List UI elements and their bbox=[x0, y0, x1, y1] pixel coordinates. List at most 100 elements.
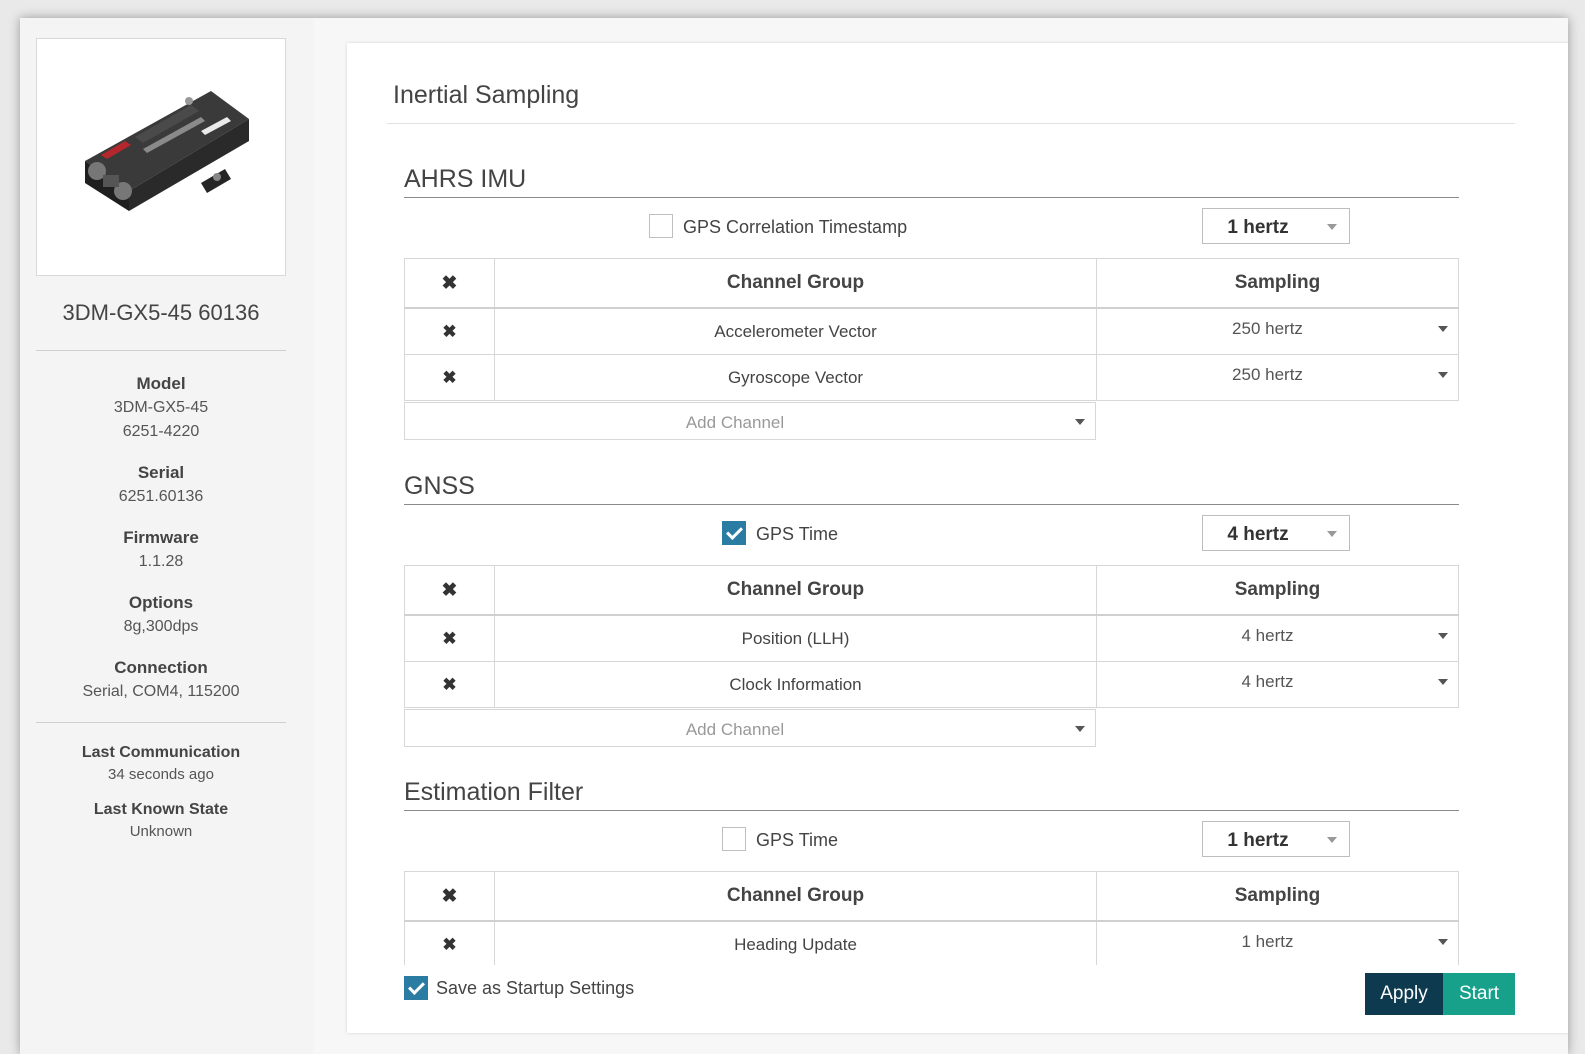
firmware-value: 1.1.28 bbox=[138, 553, 184, 570]
main-panel: Inertial Sampling AHRS IMU GPS Correlati… bbox=[314, 18, 1568, 1054]
options-value: 8g,300dps bbox=[123, 618, 199, 635]
sidebar-divider bbox=[36, 350, 286, 351]
options-info: Options 8g,300dps bbox=[20, 591, 302, 639]
add-channel-placeholder: Add Channel bbox=[685, 413, 785, 432]
caret-down-icon bbox=[1075, 726, 1085, 732]
sampling-value: 250 hertz bbox=[1232, 319, 1303, 338]
add-channel-select[interactable]: Add Channel bbox=[404, 709, 1096, 747]
device-name: 3DM-GX5-45 60136 bbox=[62, 300, 260, 325]
sampling-select[interactable]: 1 hertz bbox=[1096, 920, 1459, 965]
section-gnss: GNSS GPS Time 4 hertz ✖ Channel Group Sa… bbox=[404, 468, 1459, 747]
start-button[interactable]: Start bbox=[1443, 973, 1515, 1015]
caret-down-icon bbox=[1438, 679, 1448, 685]
sampling-header: Sampling bbox=[1096, 871, 1459, 922]
channel-group-header: Channel Group bbox=[494, 871, 1097, 922]
section-title: AHRS IMU bbox=[404, 165, 527, 193]
caret-down-icon bbox=[1438, 372, 1448, 378]
add-channel-placeholder: Add Channel bbox=[685, 720, 785, 739]
table-header-row: ✖ Channel Group Sampling bbox=[404, 565, 1459, 616]
caret-down-icon bbox=[1438, 326, 1448, 332]
sampling-value: 4 hertz bbox=[1241, 672, 1294, 691]
sidebar-divider bbox=[36, 722, 286, 723]
ahrs-rate-select[interactable]: 1 hertz bbox=[1202, 208, 1350, 244]
section-ahrs-imu: AHRS IMU GPS Correlation Timestamp 1 her… bbox=[404, 161, 1459, 440]
model-value: 3DM-GX5-45 bbox=[113, 399, 209, 416]
rate-value: 4 hertz bbox=[1227, 524, 1289, 545]
table-header-row: ✖ Channel Group Sampling bbox=[404, 258, 1459, 309]
app-window: 3DM-GX5-45 60136 Model 3DM-GX5-45 6251-4… bbox=[20, 18, 1568, 1054]
last-state-info: Last Known State Unknown bbox=[20, 799, 302, 843]
connection-label: Connection bbox=[114, 658, 208, 677]
caret-down-icon bbox=[1438, 633, 1448, 639]
connection-value: Serial, COM4, 115200 bbox=[82, 683, 240, 700]
remove-row-button[interactable]: ✖ bbox=[404, 354, 495, 401]
sampling-header: Sampling bbox=[1096, 565, 1459, 616]
filter-rate-select[interactable]: 1 hertz bbox=[1202, 821, 1350, 857]
gps-correlation-timestamp-checkbox[interactable] bbox=[649, 214, 673, 238]
ahrs-channel-table: ✖ Channel Group Sampling ✖ Accelerometer… bbox=[404, 258, 1459, 401]
last-state-label: Last Known State bbox=[93, 801, 229, 818]
remove-row-button[interactable]: ✖ bbox=[404, 920, 495, 965]
device-sidebar: 3DM-GX5-45 60136 Model 3DM-GX5-45 6251-4… bbox=[20, 18, 315, 1054]
sampling-value: 4 hertz bbox=[1241, 626, 1294, 645]
gnss-rate-select[interactable]: 4 hertz bbox=[1202, 515, 1350, 551]
connection-info: Connection Serial, COM4, 115200 bbox=[20, 656, 302, 704]
table-header-row: ✖ Channel Group Sampling bbox=[404, 871, 1459, 922]
caret-down-icon bbox=[1327, 224, 1337, 230]
serial-label: Serial bbox=[137, 463, 185, 482]
serial-info: Serial 6251.60136 bbox=[20, 461, 302, 509]
remove-all-button[interactable]: ✖ bbox=[404, 258, 495, 309]
caret-down-icon bbox=[1438, 939, 1448, 945]
remove-row-button[interactable]: ✖ bbox=[404, 307, 495, 355]
table-row: ✖ Accelerometer Vector 250 hertz bbox=[404, 307, 1459, 355]
filter-channel-table: ✖ Channel Group Sampling ✖ Heading Updat… bbox=[404, 871, 1459, 965]
table-row: ✖ Heading Update 1 hertz bbox=[404, 920, 1459, 965]
model-info: Model 3DM-GX5-45 6251-4220 bbox=[20, 372, 302, 444]
rate-value: 1 hertz bbox=[1227, 217, 1289, 238]
remove-row-button[interactable]: ✖ bbox=[404, 661, 495, 708]
sampling-select[interactable]: 250 hertz bbox=[1096, 307, 1459, 355]
gnss-gps-time-label: GPS Time bbox=[756, 524, 839, 544]
gnss-gps-time-checkbox[interactable] bbox=[722, 521, 746, 545]
filter-gps-time-checkbox[interactable] bbox=[722, 827, 746, 851]
sampling-select[interactable]: 4 hertz bbox=[1096, 661, 1459, 708]
sampling-header: Sampling bbox=[1096, 258, 1459, 309]
last-state-value: Unknown bbox=[129, 823, 193, 840]
remove-all-button[interactable]: ✖ bbox=[404, 565, 495, 616]
section-estimation-filter: Estimation Filter GPS Time 1 hertz ✖ Cha… bbox=[404, 774, 1459, 965]
caret-down-icon bbox=[1075, 419, 1085, 425]
caret-down-icon bbox=[1327, 837, 1337, 843]
remove-all-button[interactable]: ✖ bbox=[404, 871, 495, 922]
channel-group-header: Channel Group bbox=[494, 258, 1097, 309]
section-title: Estimation Filter bbox=[404, 778, 584, 806]
table-row: ✖ Position (LLH) 4 hertz bbox=[404, 614, 1459, 662]
sampling-value: 250 hertz bbox=[1232, 365, 1303, 384]
last-communication-label: Last Communication bbox=[81, 744, 241, 761]
table-row: ✖ Gyroscope Vector 250 hertz bbox=[404, 354, 1459, 401]
save-startup-checkbox[interactable] bbox=[404, 976, 428, 1000]
device-image bbox=[36, 38, 286, 276]
table-row: ✖ Clock Information 4 hertz bbox=[404, 661, 1459, 708]
firmware-label: Firmware bbox=[123, 528, 199, 547]
save-startup-label: Save as Startup Settings bbox=[436, 978, 635, 998]
last-communication-info: Last Communication 34 seconds ago bbox=[20, 742, 302, 786]
channel-group-header: Channel Group bbox=[494, 565, 1097, 616]
sampling-select[interactable]: 250 hertz bbox=[1096, 354, 1459, 401]
sampling-card: Inertial Sampling AHRS IMU GPS Correlati… bbox=[347, 43, 1568, 1033]
sampling-select[interactable]: 4 hertz bbox=[1096, 614, 1459, 662]
part-number-value: 6251-4220 bbox=[122, 423, 200, 440]
channel-group-cell: Position (LLH) bbox=[494, 614, 1097, 662]
sampling-scroll-area[interactable]: AHRS IMU GPS Correlation Timestamp 1 her… bbox=[387, 161, 1523, 965]
remove-row-button[interactable]: ✖ bbox=[404, 614, 495, 662]
apply-button[interactable]: Apply bbox=[1365, 973, 1443, 1015]
firmware-info: Firmware 1.1.28 bbox=[20, 526, 302, 574]
page-title: Inertial Sampling bbox=[393, 81, 580, 109]
channel-group-cell: Accelerometer Vector bbox=[494, 307, 1097, 355]
section-title: GNSS bbox=[404, 472, 475, 500]
options-label: Options bbox=[128, 593, 194, 612]
gps-correlation-timestamp-label: GPS Correlation Timestamp bbox=[683, 217, 908, 237]
title-divider bbox=[387, 123, 1515, 124]
channel-group-cell: Gyroscope Vector bbox=[494, 354, 1097, 401]
add-channel-select[interactable]: Add Channel bbox=[404, 402, 1096, 440]
model-label: Model bbox=[136, 374, 186, 393]
